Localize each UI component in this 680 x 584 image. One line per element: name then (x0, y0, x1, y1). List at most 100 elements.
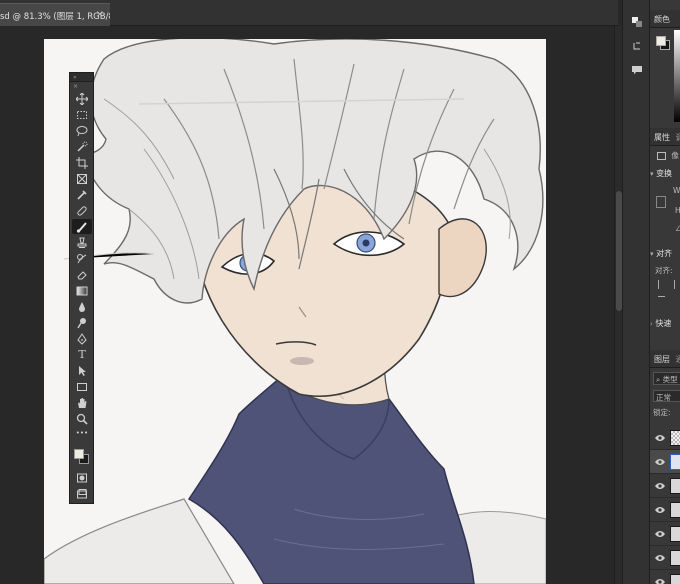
bandage-icon (77, 205, 87, 216)
move-tool[interactable] (72, 91, 92, 106)
document-tab[interactable]: sd @ 81.3% (图层 1, RGB/8) * × (0, 3, 110, 26)
align-top-icon[interactable] (658, 296, 665, 305)
layer-thumbnail (670, 550, 680, 566)
path-select-tool[interactable] (72, 363, 92, 378)
comment-icon (631, 65, 642, 74)
blend-mode-select[interactable]: 正常 (653, 390, 680, 402)
quick-select-tool[interactable] (72, 139, 92, 154)
layer-row[interactable] (650, 450, 680, 474)
properties-panel-tab[interactable]: 属性 调 (650, 128, 680, 146)
swatches-button[interactable] (629, 14, 644, 29)
image-icon (657, 152, 666, 160)
chevron-right-icon: › (650, 320, 653, 328)
eye-icon[interactable] (655, 553, 665, 563)
lock-label: 锁定: (653, 408, 671, 417)
vertical-scrollbar[interactable] (614, 26, 622, 584)
transform-h-label: H (675, 206, 680, 215)
layer-thumbnail (670, 526, 680, 542)
eyedropper-tool[interactable] (72, 187, 92, 202)
history-button[interactable] (629, 38, 644, 53)
dodge-tool[interactable] (72, 315, 92, 330)
ellipsis-icon: ••• (75, 428, 89, 437)
tools-panel: » × T ••• (69, 72, 94, 504)
stamp-icon (77, 237, 87, 248)
healing-brush-tool[interactable] (72, 203, 92, 218)
eraser-tool[interactable] (72, 267, 92, 282)
align-center-icon[interactable] (674, 280, 680, 289)
clone-stamp-tool[interactable] (72, 235, 92, 250)
layer-filter-label: 类型 (662, 375, 678, 384)
crop-tool[interactable] (72, 155, 92, 170)
marquee-tool[interactable] (72, 107, 92, 122)
quick-actions-section[interactable]: › 快速 (650, 318, 680, 329)
magnifier-icon (76, 413, 88, 425)
screen-mode-button[interactable] (72, 486, 92, 501)
layer-filter-input[interactable]: ⌕ 类型 (653, 372, 680, 385)
quick-mask-icon (77, 473, 87, 482)
hand-tool[interactable] (72, 395, 92, 410)
frame-tool[interactable] (72, 171, 92, 186)
eye-icon[interactable] (655, 505, 665, 515)
blur-tool[interactable] (72, 299, 92, 314)
gradient-icon (76, 286, 88, 295)
close-icon[interactable]: × (96, 9, 104, 20)
align-left-icon[interactable] (658, 280, 665, 289)
history-brush-icon (77, 253, 87, 263)
canvas-artwork[interactable] (44, 39, 546, 584)
brush-tool[interactable] (72, 219, 92, 234)
eye-icon[interactable] (655, 529, 665, 539)
arrow-icon (79, 365, 86, 376)
pen-tool[interactable] (72, 331, 92, 346)
type-tool[interactable]: T (72, 347, 92, 362)
rectangle-icon (77, 382, 87, 391)
move-icon (76, 92, 88, 105)
eyedropper-icon (77, 189, 87, 200)
transform-section[interactable]: ▾ 变换 (650, 168, 680, 179)
color-panel-tab[interactable]: 颜色 (650, 10, 680, 28)
screen-mode-icon (77, 488, 87, 498)
brush-icon (76, 221, 87, 233)
history-brush-tool[interactable] (72, 251, 92, 266)
quick-mask-button[interactable] (72, 470, 92, 485)
type-icon: T (78, 348, 86, 361)
link-icon[interactable] (656, 196, 666, 208)
eye-icon[interactable] (655, 481, 665, 491)
eye-icon[interactable] (655, 433, 665, 443)
panel-icon-strip (622, 0, 649, 584)
layer-thumbnail (670, 430, 680, 446)
right-panels: 颜色 属性 调 像 ▾ 变换 W H ∠ ▾ 对齐 对齐: › 快速 (649, 0, 680, 584)
dodge-icon (77, 317, 86, 328)
pixel-layer-label: 像 (671, 151, 679, 160)
edit-toolbar[interactable]: ••• (72, 425, 92, 440)
layers-tab-label: 图层 (654, 355, 670, 364)
transform-w-label: W (673, 186, 680, 195)
zoom-tool[interactable] (72, 411, 92, 426)
search-icon: ⌕ (656, 375, 661, 384)
layer-thumbnail (670, 454, 680, 470)
layer-row[interactable] (650, 570, 680, 584)
layer-row[interactable] (650, 426, 680, 450)
pixel-layer-row: 像 (657, 150, 679, 161)
panel-foreground-color[interactable] (656, 36, 666, 46)
layer-row[interactable] (650, 474, 680, 498)
layer-row[interactable] (650, 546, 680, 570)
transform-label: 变换 (656, 169, 673, 178)
layer-row[interactable] (650, 498, 680, 522)
color-picker-field[interactable] (674, 30, 680, 122)
layer-row[interactable] (650, 522, 680, 546)
angle-icon: ∠ (675, 224, 680, 233)
rectangle-tool[interactable] (72, 379, 92, 394)
adjustments-tab-label: 调 (676, 133, 680, 142)
eye-icon[interactable] (655, 457, 665, 467)
hand-icon (78, 397, 87, 408)
eye-icon[interactable] (655, 577, 665, 584)
tools-panel-header[interactable]: » × (70, 73, 93, 90)
chevron-down-icon: ▾ (650, 250, 654, 258)
foreground-color-swatch[interactable] (74, 449, 84, 459)
lasso-tool[interactable] (72, 123, 92, 138)
layers-panel-tab[interactable]: 图层 通 (650, 350, 680, 368)
gradient-tool[interactable] (72, 283, 92, 298)
history-icon (633, 42, 640, 49)
align-section[interactable]: ▾ 对齐 (650, 248, 680, 259)
comments-button[interactable] (629, 62, 644, 77)
